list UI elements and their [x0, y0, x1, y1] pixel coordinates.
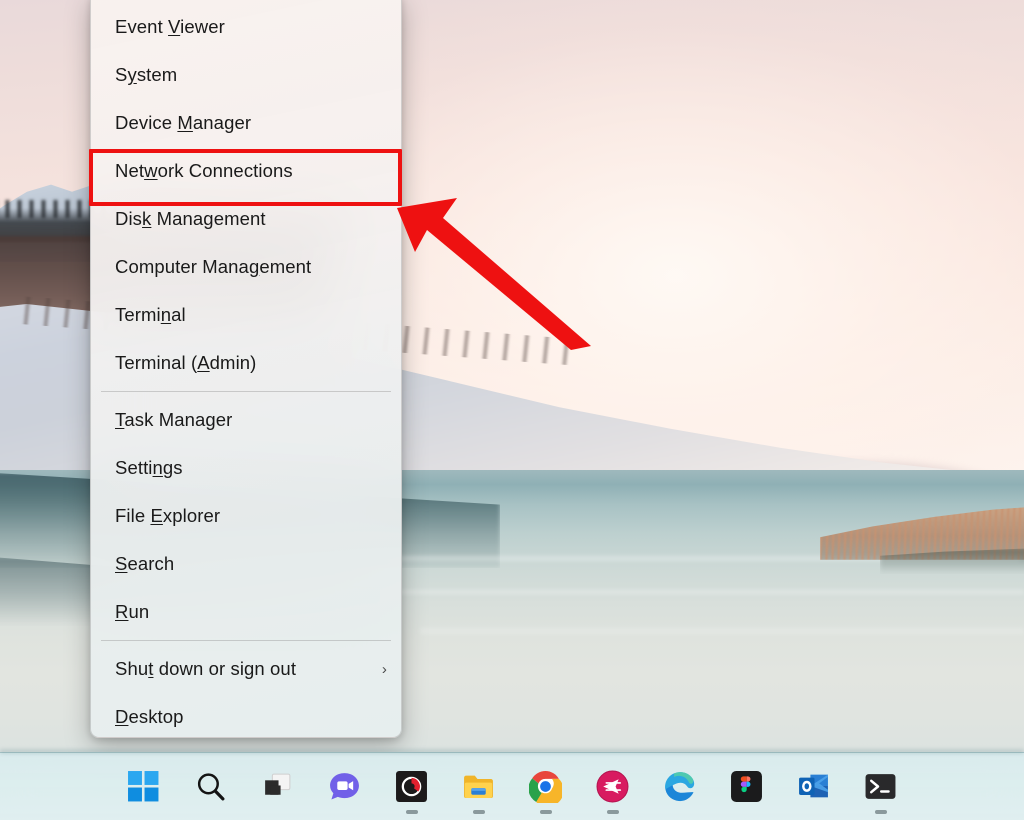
menu-item-settings[interactable]: Settings	[91, 444, 401, 492]
menu-item-label: Settings	[115, 457, 183, 478]
wallpaper-water-streak	[300, 590, 1024, 594]
winx-power-user-menu[interactable]: Event Viewer System Device Manager Netwo…	[90, 0, 402, 738]
menu-item-label: Run	[115, 601, 150, 622]
app-pink-button[interactable]	[590, 764, 636, 814]
taskbar-active-indicator	[472, 809, 485, 814]
menu-item-label: System	[115, 64, 178, 85]
wallpaper-water-streak	[420, 628, 1024, 634]
windows-logo-icon	[128, 771, 159, 802]
folder-icon	[464, 775, 493, 798]
search-icon	[197, 773, 225, 801]
menu-item-label: Shut down or sign out	[115, 658, 297, 679]
terminal-icon	[865, 774, 896, 799]
menu-item-label: Disk Management	[115, 208, 266, 229]
menu-item-label: Terminal	[115, 304, 186, 325]
desktop-screen: Event Viewer System Device Manager Netwo…	[0, 0, 1024, 820]
menu-item-desktop[interactable]: Desktop	[91, 693, 401, 737]
recorder-button[interactable]	[389, 764, 435, 814]
menu-item-label: Computer Management	[115, 256, 312, 277]
chevron-right-icon: ›	[381, 660, 387, 678]
menu-item-label: Task Manager	[115, 409, 233, 430]
chrome-icon	[529, 771, 562, 803]
menu-item-label: Search	[115, 553, 175, 574]
menu-item-task-manager[interactable]: Task Manager	[91, 396, 401, 444]
taskbar-active-indicator	[874, 809, 887, 814]
taskbar-active-indicator	[606, 809, 619, 814]
menu-item-label: Network Connections	[115, 160, 293, 181]
edge-icon	[665, 772, 695, 802]
menu-separator	[101, 640, 391, 641]
chat-video-icon	[330, 773, 359, 800]
menu-separator	[101, 391, 391, 392]
recorder-icon	[396, 771, 427, 802]
menu-item-label: Desktop	[115, 706, 184, 727]
menu-item-search[interactable]: Search	[91, 540, 401, 588]
menu-item-label: Event Viewer	[115, 16, 225, 37]
menu-item-label: Device Manager	[115, 112, 252, 133]
start-button[interactable]	[121, 764, 167, 810]
chrome-button[interactable]	[523, 764, 569, 814]
menu-item-system[interactable]: System	[91, 51, 401, 99]
menu-item-event-viewer[interactable]: Event Viewer	[91, 3, 401, 51]
menu-item-label: Terminal (Admin)	[115, 352, 257, 373]
menu-group-admin: Event Viewer System Device Manager Netwo…	[91, 3, 401, 387]
file-explorer-button[interactable]	[456, 764, 502, 814]
menu-item-label: File Explorer	[115, 505, 221, 526]
menu-item-shut-down-or-sign-out[interactable]: Shut down or sign out ›	[91, 645, 401, 693]
menu-item-computer-management[interactable]: Computer Management	[91, 243, 401, 291]
figma-icon	[731, 771, 762, 802]
taskbar-active-indicator	[539, 809, 552, 814]
menu-item-file-explorer[interactable]: File Explorer	[91, 492, 401, 540]
pink-arrow-icon	[596, 770, 629, 803]
menu-item-disk-management[interactable]: Disk Management	[91, 195, 401, 243]
menu-item-network-connections[interactable]: Network Connections	[91, 147, 401, 195]
outlook-button[interactable]	[791, 764, 837, 810]
chat-button[interactable]	[322, 764, 368, 810]
edge-button[interactable]	[657, 764, 703, 810]
menu-group-tools: Task Manager Settings File Explorer Sear…	[91, 396, 401, 636]
terminal-button[interactable]	[858, 764, 904, 814]
search-button[interactable]	[188, 764, 234, 810]
outlook-icon	[799, 774, 828, 798]
taskbar-active-indicator	[405, 809, 418, 814]
menu-item-terminal-admin[interactable]: Terminal (Admin)	[91, 339, 401, 387]
menu-group-session: Shut down or sign out › Desktop	[91, 645, 401, 737]
taskbar-icon-strip	[121, 764, 904, 814]
taskbar[interactable]	[0, 752, 1024, 820]
figma-button[interactable]	[724, 764, 770, 810]
task-view-button[interactable]	[255, 764, 301, 810]
menu-item-run[interactable]: Run	[91, 588, 401, 636]
task-view-icon	[265, 773, 291, 795]
menu-item-terminal[interactable]: Terminal	[91, 291, 401, 339]
menu-item-device-manager[interactable]: Device Manager	[91, 99, 401, 147]
